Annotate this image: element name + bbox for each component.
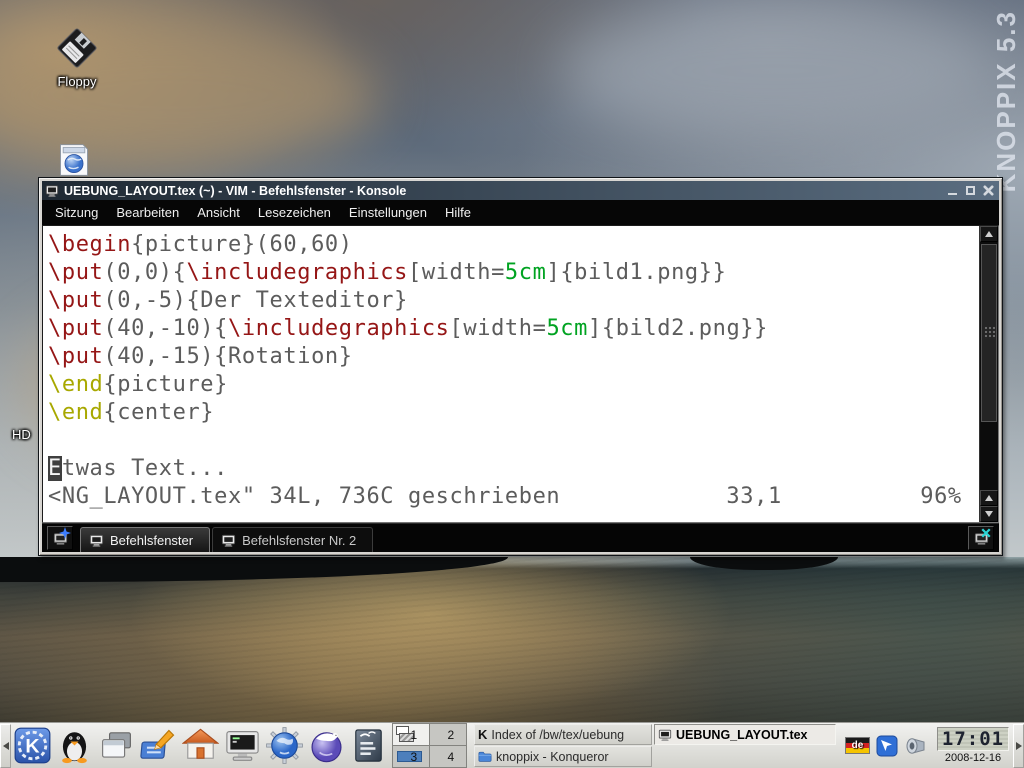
- system-tray: de: [845, 734, 928, 758]
- task-list: KIndex of /bw/tex/uebungUEBUNG_LAYOUT.te…: [474, 724, 836, 767]
- notes-pencil-icon: [140, 727, 177, 764]
- terminal-line: \put(40,-10){\includegraphics[width=5cm]…: [48, 315, 979, 343]
- terminal-area: \begin{picture}(60,60)\put(0,0){\include…: [42, 225, 999, 523]
- menu-ansicht[interactable]: Ansicht: [188, 200, 249, 225]
- kmenu-icon: K: [14, 727, 51, 764]
- close-session-button[interactable]: [968, 526, 994, 550]
- menu-einstellungen[interactable]: Einstellungen: [340, 200, 436, 225]
- browser-document-icon: [56, 142, 92, 178]
- keyboard-layout-indicator[interactable]: de: [845, 737, 870, 754]
- close-session-x-icon: [980, 527, 992, 539]
- knoppix-tool-tray-icon[interactable]: [876, 735, 898, 757]
- close-button[interactable]: [981, 184, 996, 198]
- terminal-line: \end{center}: [48, 399, 979, 427]
- volume-icon[interactable]: [904, 734, 928, 758]
- menu-bearbeiten[interactable]: Bearbeiten: [107, 200, 188, 225]
- clock-time: 17:01: [937, 727, 1009, 751]
- desktop-sea: [0, 557, 1024, 722]
- desktop-icon-browser[interactable]: [55, 142, 93, 178]
- cloud: [560, 6, 990, 136]
- penguin-icon: [56, 727, 93, 764]
- keyboard-layout-label: de: [846, 738, 869, 753]
- knoppix-version-label: KNOPPIX 5.3: [991, 10, 1022, 192]
- panel-hide-left-button[interactable]: [0, 724, 11, 768]
- launcher-editor[interactable]: [137, 724, 179, 768]
- launcher-show-desktop[interactable]: [95, 724, 137, 768]
- menu-sitzung[interactable]: Sitzung: [46, 200, 107, 225]
- terminal-line: [48, 427, 979, 455]
- konsole-window-icon: [45, 184, 59, 198]
- desktop-icon-hd-label[interactable]: HD: [12, 427, 31, 442]
- pager-desktop-4[interactable]: 4: [430, 746, 466, 767]
- scrollbar-grip: [984, 326, 995, 339]
- terminal-line: \put(0,0){\includegraphics[width=5cm]{bi…: [48, 259, 979, 287]
- konsole-window: UEBUNG_LAYOUT.tex (~) - VIM - Befehlsfen…: [38, 177, 1003, 556]
- panel-hide-right-button[interactable]: [1013, 724, 1024, 768]
- konsole-icon: [224, 727, 261, 764]
- task-knoppix-konqueror[interactable]: knoppix - Konqueror: [474, 746, 652, 767]
- tab-befehlsfenster-nr-2[interactable]: Befehlsfenster Nr. 2: [212, 527, 373, 552]
- scroll-down-button[interactable]: [980, 506, 998, 522]
- terminal-line: \put(0,-5){Der Texteditor}: [48, 287, 979, 315]
- title-bar[interactable]: UEBUNG_LAYOUT.tex (~) - VIM - Befehlsfen…: [42, 181, 999, 200]
- vim-cursor: E: [48, 456, 62, 481]
- launcher-iceweasel[interactable]: [305, 724, 347, 768]
- konqueror-icon: [266, 727, 303, 764]
- menu-bar: SitzungBearbeitenAnsichtLesezeichenEinst…: [42, 200, 999, 225]
- home-icon: [182, 727, 219, 764]
- pager-desktop-3[interactable]: 3: [393, 746, 429, 767]
- launcher-home[interactable]: [179, 724, 221, 768]
- arrow-right-icon: [1016, 742, 1022, 750]
- terminal-content[interactable]: \begin{picture}(60,60)\put(0,0){\include…: [43, 226, 979, 522]
- openoffice-icon: [350, 727, 387, 764]
- desktop-icon-floppy[interactable]: Floppy: [44, 22, 110, 89]
- maximize-button[interactable]: [963, 184, 978, 198]
- scrollbar-thumb[interactable]: [981, 244, 997, 422]
- window-title: UEBUNG_LAYOUT.tex (~) - VIM - Befehlsfen…: [64, 184, 945, 198]
- taskbar: K: [0, 722, 1024, 768]
- launcher-knoppix[interactable]: [53, 724, 95, 768]
- tab-befehlsfenster[interactable]: Befehlsfenster: [80, 527, 210, 552]
- floppy-icon: [51, 22, 103, 74]
- clock-date: 2008-12-16: [945, 752, 1001, 764]
- menu-lesezeichen[interactable]: Lesezeichen: [249, 200, 340, 225]
- scrollbar[interactable]: [979, 226, 998, 522]
- pager-desktop-2[interactable]: 2: [430, 724, 466, 745]
- minimize-button[interactable]: [945, 184, 960, 198]
- terminal-line: \end{picture}: [48, 371, 979, 399]
- launcher-konqueror[interactable]: [263, 724, 305, 768]
- launcher-kmenu[interactable]: K: [11, 724, 53, 768]
- menu-hilfe[interactable]: Hilfe: [436, 200, 480, 225]
- scroll-up-button[interactable]: [980, 226, 998, 242]
- terminal-line: \begin{picture}(60,60): [48, 231, 979, 259]
- scroll-up-button-bottom[interactable]: [980, 490, 998, 506]
- launcher-openoffice[interactable]: [347, 724, 389, 768]
- svg-text:K: K: [25, 735, 39, 757]
- tab-bar: BefehlsfensterBefehlsfenster Nr. 2: [42, 523, 999, 552]
- terminal-line: \put(40,-15){Rotation}: [48, 343, 979, 371]
- iceweasel-icon: [308, 727, 345, 764]
- arrow-left-icon: [3, 742, 9, 750]
- task-index-of-bw-tex-uebung[interactable]: KIndex of /bw/tex/uebung: [474, 724, 652, 745]
- desktop-icon-label: Floppy: [57, 74, 96, 89]
- quick-launch-dock: K: [11, 724, 389, 768]
- windows-icon: [98, 727, 135, 764]
- terminal-line: <NG_LAYOUT.tex" 34L, 736C geschrieben 33…: [48, 483, 979, 511]
- launcher-konsole[interactable]: [221, 724, 263, 768]
- new-session-button[interactable]: [47, 526, 73, 550]
- new-session-spark-icon: [59, 527, 71, 539]
- clock[interactable]: 17:01 2008-12-16: [933, 727, 1013, 764]
- terminal-line: Etwas Text...: [48, 455, 979, 483]
- pager-desktop-1[interactable]: 1: [393, 724, 429, 745]
- desktop-pager: 1234: [392, 723, 467, 768]
- task-uebung-layout-tex[interactable]: UEBUNG_LAYOUT.tex: [654, 724, 836, 745]
